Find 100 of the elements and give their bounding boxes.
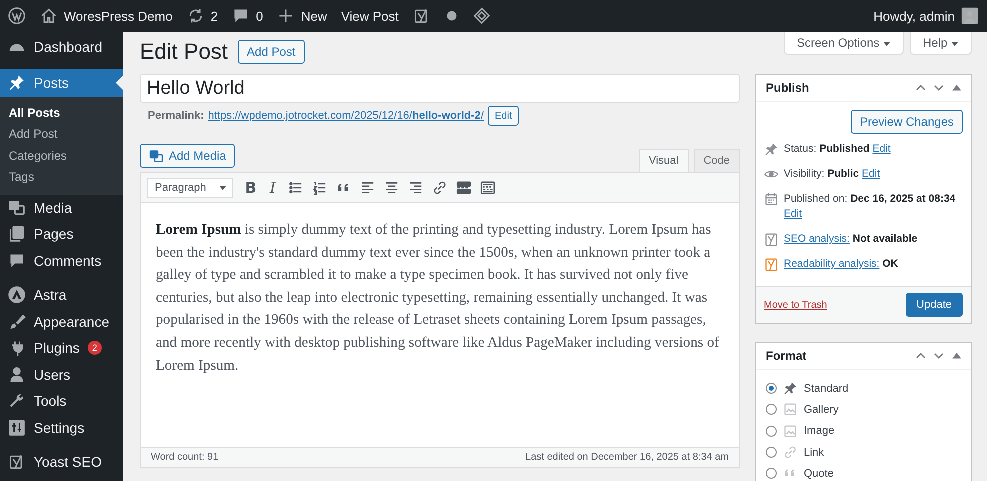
logo-icon — [764, 257, 779, 272]
link-icon[interactable] — [432, 180, 448, 196]
preview-button[interactable]: Preview Changes — [850, 110, 963, 134]
format-select[interactable]: Paragraph — [147, 178, 233, 198]
toolbar-link[interactable]: View Post — [341, 8, 399, 24]
option-label: Standard — [804, 382, 849, 395]
radio-button[interactable] — [766, 383, 777, 394]
field-label: Visibility: — [784, 168, 825, 180]
menu-item[interactable]: Users — [0, 362, 123, 388]
add-media-button[interactable]: Add Media — [140, 144, 236, 168]
menu-item[interactable]: Appearance — [0, 308, 123, 335]
submenu-item[interactable]: All Posts — [0, 102, 123, 124]
panel-title: Format — [766, 349, 807, 363]
field-label: Published on: — [784, 193, 848, 205]
page-title: Edit Post — [140, 39, 228, 65]
italic-button[interactable]: I — [265, 178, 281, 196]
radio-button[interactable] — [766, 426, 777, 437]
trash-link[interactable]: Move to Trash — [764, 300, 828, 310]
option-label: Link — [804, 446, 824, 459]
caret-icon — [882, 40, 891, 48]
post-content: Lorem Ipsum is simply dummy text of the printing and typesetting industry. Lorem Ipsum has been the industry's standard dummy text ever since the 1500s, when an unknown printer took a galley of type and scrambled it to make a type specimen book. It has survived not only five centuries, but also the leap into electronic typesetting, remaining essentially unchanged. It was popularised in the 1960s with the release of Letraset sheets containing Lorem Ipsum passages, and more recently with desktop publishing software like Aldus PageMaker including versions of Lorem Ipsum. — [156, 221, 720, 376]
account-menu[interactable]: Howdy, admin — [874, 7, 979, 25]
menu-item[interactable]: Pages — [0, 221, 123, 248]
toolbar-link[interactable]: 2 — [186, 7, 218, 25]
analysis-link[interactable]: Readability analysis: — [784, 258, 880, 270]
align-right-icon[interactable] — [408, 180, 424, 196]
dropdown-tab[interactable]: Help — [910, 32, 972, 55]
dropdown-tab[interactable]: Screen Options — [784, 32, 904, 55]
align-left-icon[interactable] — [360, 180, 376, 196]
radio-button[interactable] — [766, 404, 777, 416]
dot-icon[interactable] — [444, 9, 459, 23]
diamond-icon[interactable] — [472, 7, 491, 25]
editor-tab[interactable]: Code — [694, 149, 740, 172]
permalink-label: Permalink: — [148, 110, 204, 122]
house-icon — [40, 7, 58, 25]
pushpin-icon — [8, 74, 26, 92]
title-field[interactable]: Hello World — [140, 74, 740, 103]
caret-icon — [951, 40, 959, 48]
link-icon — [783, 445, 798, 460]
logo-icon[interactable] — [8, 7, 26, 25]
menu-item[interactable]: Astra — [0, 282, 123, 308]
submenu-item[interactable]: Add Post — [0, 124, 123, 146]
count-badge: 2 — [88, 341, 102, 356]
speech-bubble-icon — [8, 252, 26, 270]
word-count: Word count: 91 — [151, 452, 219, 463]
bold-button[interactable]: B — [243, 178, 259, 196]
menu-item[interactable]: Dashboard — [0, 34, 123, 60]
pushpin-icon — [764, 142, 779, 157]
field-value: Public — [828, 168, 860, 180]
photos-icon — [149, 148, 164, 164]
circle-logo-icon — [8, 286, 26, 304]
update-button[interactable]: Update — [906, 293, 963, 317]
person-icon — [8, 366, 26, 384]
submenu-item[interactable]: Tags — [0, 167, 123, 188]
field-value: Not available — [852, 233, 918, 245]
menu-item[interactable]: Settings — [0, 414, 123, 441]
analysis-link[interactable]: SEO analysis: — [784, 233, 850, 245]
numbered-list-icon[interactable] — [312, 180, 328, 196]
bullet-list-icon[interactable] — [288, 180, 304, 196]
align-center-icon[interactable] — [384, 180, 400, 196]
pages-icon — [8, 225, 26, 244]
toolbar-link[interactable]: 0 — [232, 7, 264, 25]
photos-icon — [8, 198, 26, 217]
image-icon — [783, 424, 798, 439]
avatar-icon — [961, 7, 979, 25]
field-value: Published — [820, 143, 870, 155]
logo-icon — [764, 232, 779, 247]
permalink-link[interactable]: https://wpdemo.jotrocket.com/2025/12/16/hello-world-2/ — [208, 110, 484, 122]
pushpin-icon — [783, 381, 798, 396]
field-label: Status: — [784, 143, 817, 155]
radio-button[interactable] — [766, 468, 777, 480]
image-icon — [783, 402, 798, 418]
menu-item[interactable]: Plugins 2 — [0, 335, 123, 362]
caret-icon — [219, 184, 227, 192]
editor-tab[interactable]: Visual — [638, 149, 689, 172]
edit-link[interactable]: Edit — [872, 143, 891, 155]
plus-icon — [277, 7, 296, 25]
edit-link[interactable]: Edit — [784, 208, 802, 220]
edit-button[interactable]: Edit — [488, 106, 520, 126]
calendar-icon — [764, 192, 779, 207]
option-label: Quote — [804, 468, 834, 480]
menu-item[interactable]: Comments — [0, 248, 123, 274]
add-post-button[interactable]: Add Post — [238, 40, 305, 64]
submenu-item[interactable]: Categories — [0, 146, 123, 167]
menu-item[interactable]: Media — [0, 194, 123, 221]
speech-bubble-icon — [232, 7, 250, 25]
menu-item[interactable]: Yoast SEO — [0, 449, 123, 476]
panel-title: Publish — [766, 81, 810, 95]
option-label: Image — [804, 425, 835, 438]
toolbar-link[interactable]: New — [277, 7, 328, 25]
toolbar-link[interactable]: WoresPress Demo — [40, 7, 173, 25]
radio-button[interactable] — [766, 447, 777, 458]
keyboard-icon[interactable] — [480, 180, 496, 196]
menu-item[interactable]: Tools — [0, 388, 123, 414]
read-more-icon[interactable] — [456, 180, 472, 196]
menu-item[interactable]: Posts — [0, 68, 123, 96]
field-value: Dec 16, 2025 at 08:34 — [850, 193, 956, 205]
option-label: Gallery — [804, 404, 839, 416]
edit-link[interactable]: Edit — [862, 168, 880, 180]
field-value: OK — [882, 258, 898, 270]
